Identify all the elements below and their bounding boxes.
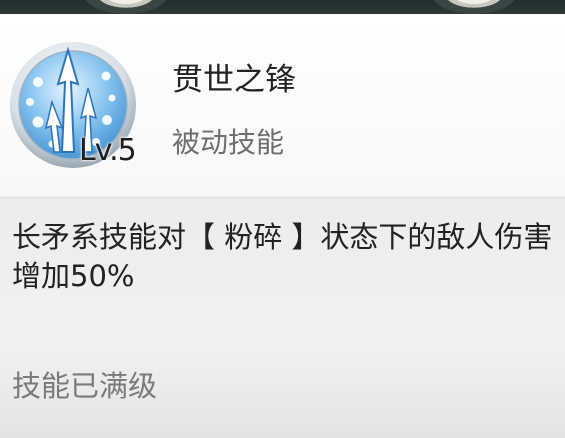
skill-header: Lv.5 贯世之锋 被动技能 xyxy=(0,14,565,196)
skill-level-badge: Lv.5 xyxy=(79,133,137,168)
skill-description-panel: 长矛系技能对【 粉碎 】状态下的敌人伤害 增加50% 技能已满级 xyxy=(0,197,565,438)
scene-top-strip xyxy=(0,0,565,14)
ornament-left xyxy=(84,0,168,14)
ornament-right xyxy=(432,0,516,14)
skill-type-label: 被动技能 xyxy=(172,126,285,159)
skill-name: 贯世之锋 xyxy=(172,62,296,98)
max-level-status: 技能已满级 xyxy=(12,369,158,403)
skill-description: 长矛系技能对【 粉碎 】状态下的敌人伤害 增加50% xyxy=(12,220,553,293)
